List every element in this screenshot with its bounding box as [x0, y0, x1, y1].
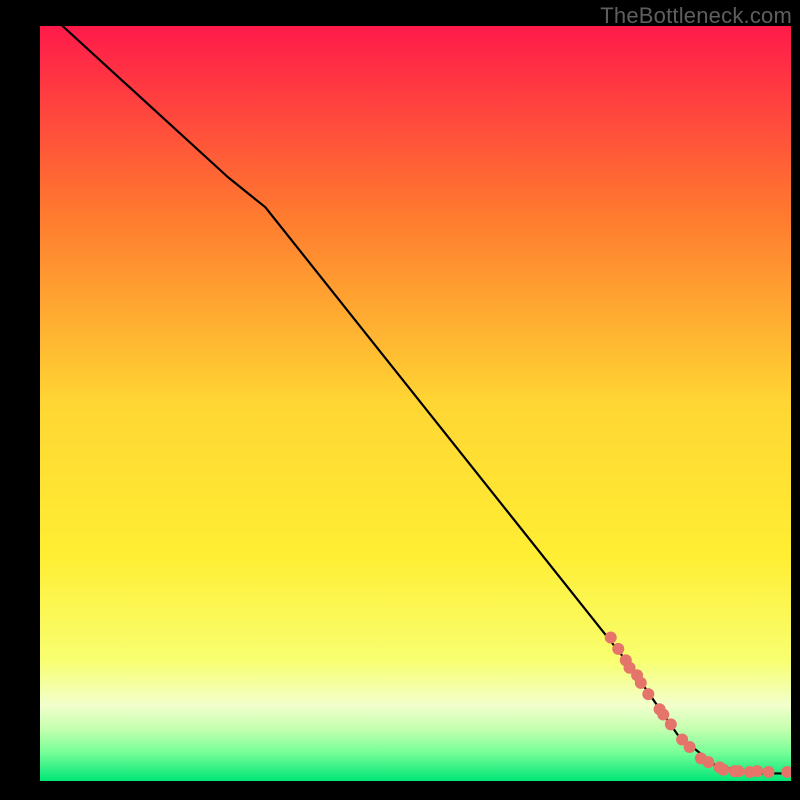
watermark-label: TheBottleneck.com: [600, 3, 792, 29]
chart-marker: [732, 765, 744, 777]
chart-marker: [684, 741, 696, 753]
chart-marker: [751, 765, 763, 777]
chart-marker: [702, 756, 714, 768]
chart-marker: [665, 718, 677, 730]
chart-background-gradient: [40, 26, 791, 781]
chart-plot-area: [40, 26, 791, 781]
chart-marker: [635, 677, 647, 689]
chart-marker: [605, 632, 617, 644]
chart-marker: [657, 709, 669, 721]
chart-marker: [762, 766, 774, 778]
chart-svg: [40, 26, 791, 781]
chart-marker: [717, 764, 729, 776]
chart-marker: [612, 643, 624, 655]
chart-frame: TheBottleneck.com: [0, 0, 800, 800]
chart-marker: [642, 688, 654, 700]
